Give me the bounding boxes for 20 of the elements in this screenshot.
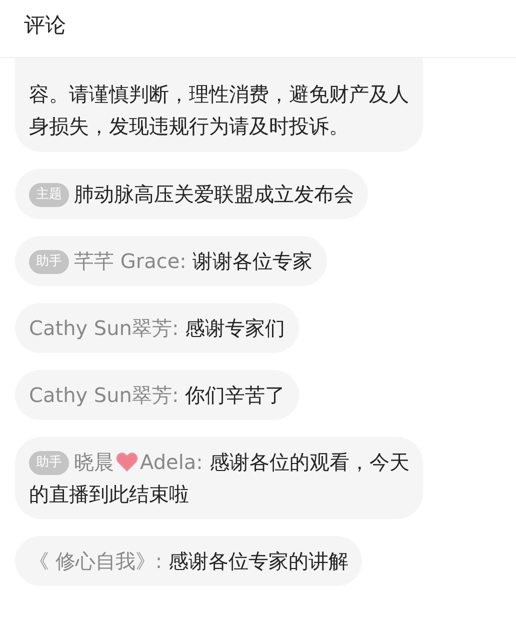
user-name: Cathy Sun翠芳: — [29, 383, 179, 407]
role-tag: 助手 — [29, 451, 69, 475]
comment-text: 的直播到此结束啦 — [29, 481, 190, 508]
user-name: 《 修心自我》: — [29, 549, 162, 573]
user-name: Adela: — [140, 450, 203, 474]
page-title: 评论 — [24, 13, 66, 37]
comment-text: 肺动脉高压关爱联盟成立发布会 — [74, 182, 354, 206]
comment-text: 你们辛苦了 — [185, 383, 286, 407]
user-name: 芊芊 Grace: — [74, 249, 186, 273]
comment-text: 谢谢各位专家 — [192, 249, 313, 273]
comment-text: 感谢各位专家的讲解 — [168, 549, 348, 573]
comment-text: 身损失，发现违规行为请及时投诉。 — [29, 113, 350, 140]
user-name: Cathy Sun翠芳: — [29, 316, 179, 340]
user-name: 晓晨 — [74, 450, 114, 474]
comment-text: 感谢各位的观看，今天 — [209, 450, 410, 474]
role-tag: 主题 — [29, 183, 69, 207]
role-tag: 助手 — [29, 250, 69, 274]
comment-text: 感谢专家们 — [185, 316, 286, 340]
heart-icon — [116, 452, 138, 472]
comment-text: 容。请谨慎判断，理性消费，避免财产及人 — [29, 82, 409, 106]
